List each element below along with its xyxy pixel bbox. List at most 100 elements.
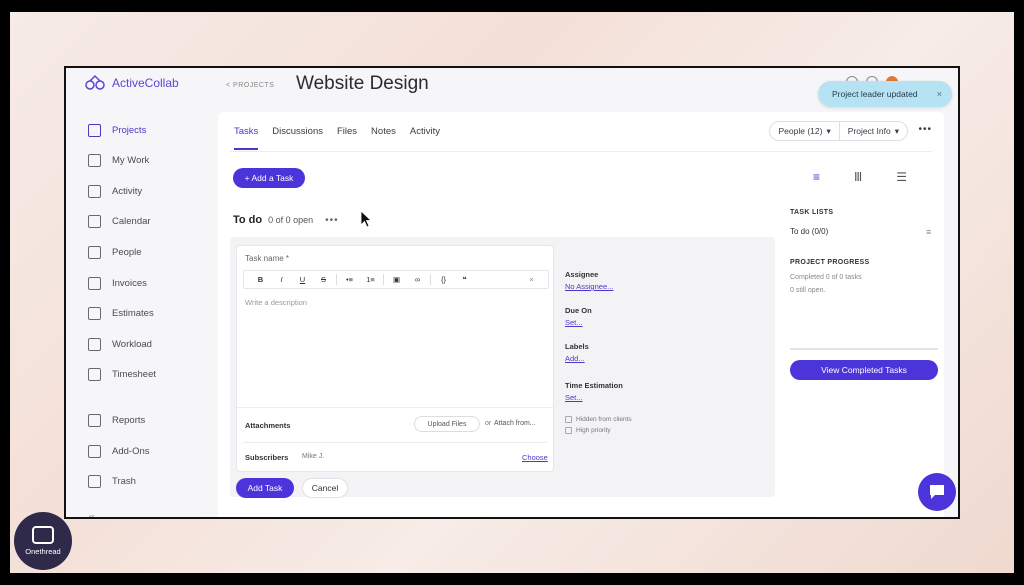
sidebar-item-timesheet[interactable]: Timesheet — [88, 368, 156, 381]
labels-label: Labels — [565, 342, 589, 351]
attach-from-link[interactable]: Attach from... — [494, 420, 536, 427]
grid-icon — [88, 124, 101, 137]
sidebar-item-label: Estimates — [112, 308, 154, 319]
onethread-logo: Onethread — [14, 512, 72, 570]
app-logo[interactable]: ActiveCollab — [84, 74, 179, 92]
app-window: ActiveCollab Projects My Work Activity C… — [64, 66, 960, 519]
notification-toast: Project leader updated × — [818, 81, 952, 107]
tab-notes[interactable]: Notes — [371, 126, 396, 150]
sidebar-item-workload[interactable]: Workload — [88, 338, 152, 351]
sidebar-item-people[interactable]: People — [88, 246, 142, 259]
italic-button[interactable]: I — [271, 275, 292, 284]
breadcrumb-projects[interactable]: < PROJECTS — [226, 82, 274, 89]
new-task-form: Task name * B I U S •≡ 1≡ ▣ ∞ {} ❝ × Wri… — [236, 245, 554, 472]
tab-files[interactable]: Files — [337, 126, 357, 150]
sidebar-item-label: Trash — [112, 476, 136, 487]
cancel-button[interactable]: Cancel — [302, 478, 348, 498]
description-input[interactable]: Write a description — [245, 298, 307, 307]
sidebar-item-my-work[interactable]: My Work — [88, 154, 149, 167]
calendar-icon — [88, 215, 101, 228]
sidebar-item-calendar[interactable]: Calendar — [88, 215, 151, 228]
sidebar-item-estimates[interactable]: Estimates — [88, 307, 154, 320]
timesheet-icon — [88, 368, 101, 381]
sidebar-item-add-ons[interactable]: Add-Ons — [88, 445, 150, 458]
numbered-list-button[interactable]: 1≡ — [360, 275, 381, 284]
completed-text: Completed 0 of 0 tasks — [790, 274, 862, 281]
task-list-item[interactable]: To do (0/0) — [790, 227, 828, 236]
sidebar-item-label: People — [112, 247, 142, 258]
time-estimation-link[interactable]: Set... — [565, 393, 623, 402]
sidebar-item-activity[interactable]: Activity — [88, 185, 142, 198]
strikethrough-button[interactable]: S — [313, 275, 334, 284]
labels-link[interactable]: Add... — [565, 354, 589, 363]
collapse-sidebar-icon[interactable]: « — [88, 510, 95, 517]
people-dropdown[interactable]: People (12) ▾ — [770, 122, 838, 140]
sidebar-item-label: Projects — [112, 125, 147, 136]
project-info-dropdown[interactable]: Project Info ▾ — [838, 122, 907, 140]
due-on-field: Due On Set... — [565, 306, 592, 327]
more-options-icon[interactable]: ••• — [918, 124, 932, 135]
activecollab-logo-icon — [85, 74, 105, 90]
quote-button[interactable]: ❝ — [454, 275, 475, 284]
sidebar-item-label: Add-Ons — [112, 446, 150, 457]
sidebar-item-label: My Work — [112, 155, 150, 166]
chat-button[interactable] — [918, 473, 956, 511]
assignee-label: Assignee — [565, 270, 599, 279]
workload-icon — [88, 338, 101, 351]
underline-button[interactable]: U — [292, 275, 313, 284]
sidebar-item-label: Reports — [112, 415, 146, 426]
sidebar-item-invoices[interactable]: Invoices — [88, 277, 147, 290]
choose-subscribers-link[interactable]: Choose — [522, 453, 548, 462]
insert-image-button[interactable]: ▣ — [386, 275, 407, 284]
list-view-icon[interactable]: ≡ — [813, 170, 820, 184]
progress-bar — [790, 348, 938, 350]
person-card-icon — [88, 154, 101, 167]
add-task-button[interactable]: + Add a Task — [233, 168, 305, 188]
close-icon[interactable]: × — [937, 89, 942, 99]
sidebar-item-label: Activity — [112, 186, 143, 197]
onethread-mark-icon — [32, 526, 54, 544]
sidebar-item-reports[interactable]: Reports — [88, 414, 145, 427]
insert-link-button[interactable]: ∞ — [407, 275, 428, 284]
task-list-header: To do 0 of 0 open ••• — [233, 214, 339, 226]
timeline-view-icon[interactable]: ☰ — [896, 170, 907, 184]
time-estimation-field: Time Estimation Set... — [565, 381, 623, 402]
reorder-icon[interactable]: ≡ — [926, 227, 931, 237]
task-name-field[interactable]: Task name * — [245, 254, 289, 263]
subscriber-name: Mike J. — [302, 453, 325, 460]
sidebar-item-projects[interactable]: Projects — [88, 124, 146, 137]
tab-discussions[interactable]: Discussions — [272, 126, 323, 150]
upload-files-button[interactable]: Upload Files — [414, 416, 480, 432]
sidebar-item-label: Workload — [112, 339, 152, 350]
project-info-label: Project Info — [847, 126, 891, 136]
toolbar-divider — [336, 274, 337, 285]
due-on-link[interactable]: Set... — [565, 318, 592, 327]
divider — [243, 442, 547, 443]
tab-activity[interactable]: Activity — [410, 126, 440, 150]
trash-icon — [88, 475, 101, 488]
view-completed-tasks-button[interactable]: View Completed Tasks — [790, 360, 938, 380]
checkbox-label: Hidden from clients — [576, 416, 632, 423]
hidden-from-clients-checkbox[interactable]: Hidden from clients — [565, 416, 632, 423]
tab-tasks[interactable]: Tasks — [234, 126, 259, 150]
sidebar: ActiveCollab Projects My Work Activity C… — [66, 68, 216, 517]
project-panel: Tasks Discussions Files Notes Activity P… — [218, 112, 944, 517]
bullet-list-button[interactable]: •≡ — [339, 275, 360, 284]
reports-icon — [88, 414, 101, 427]
sidebar-item-label: Invoices — [112, 278, 147, 289]
sidebar-item-label: Timesheet — [112, 369, 156, 380]
assignee-link[interactable]: No Assignee... — [565, 282, 613, 291]
sidebar-item-trash[interactable]: Trash — [88, 475, 136, 488]
task-list-more-icon[interactable]: ••• — [325, 215, 339, 226]
code-button[interactable]: {} — [433, 275, 454, 284]
editor-toolbar: B I U S •≡ 1≡ ▣ ∞ {} ❝ × — [243, 270, 549, 289]
bold-button[interactable]: B — [250, 275, 271, 284]
close-toolbar-icon[interactable]: × — [521, 275, 542, 284]
toast-message: Project leader updated — [832, 89, 918, 99]
high-priority-checkbox[interactable]: High priority — [565, 427, 611, 434]
attachments-label: Attachments — [245, 421, 291, 430]
time-estimation-label: Time Estimation — [565, 381, 623, 390]
column-view-icon[interactable]: Ⅲ — [854, 170, 862, 184]
app-name: ActiveCollab — [112, 76, 179, 90]
submit-task-button[interactable]: Add Task — [236, 478, 294, 498]
